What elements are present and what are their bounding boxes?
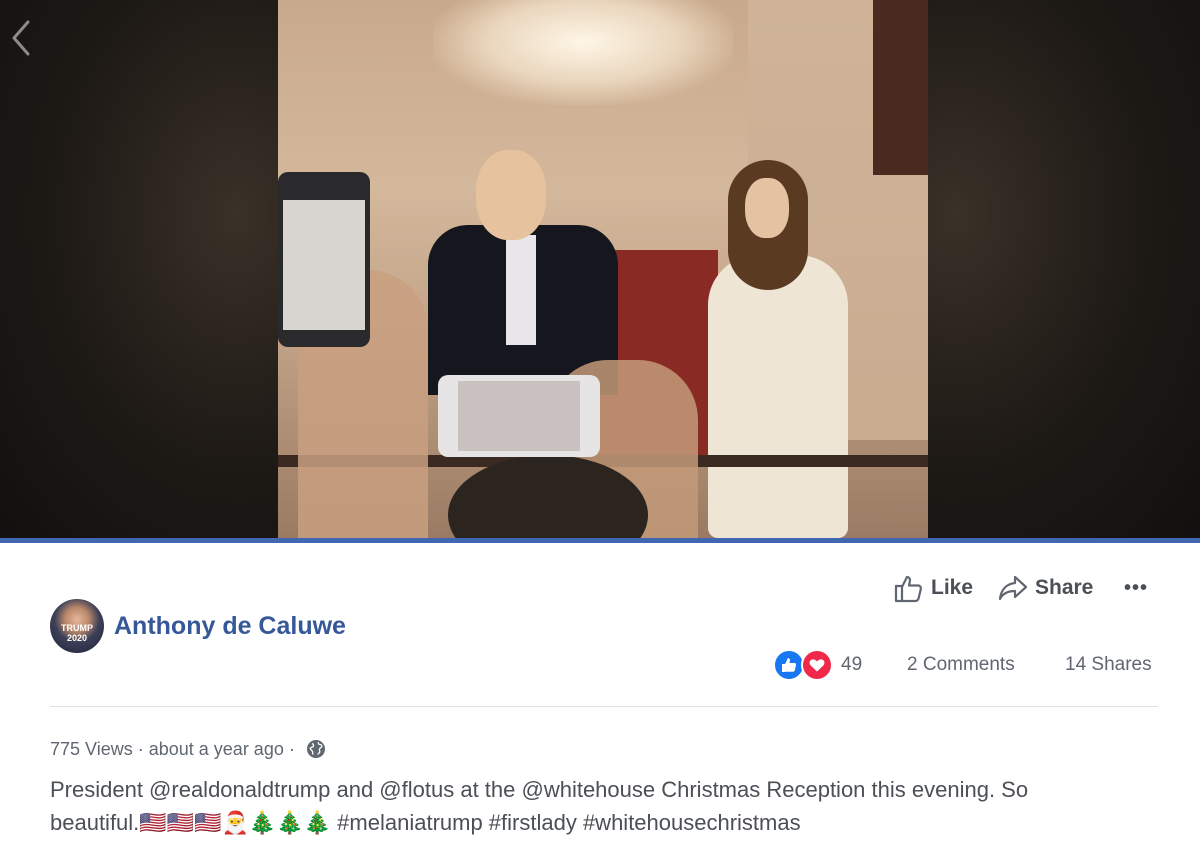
share-label: Share [1035,576,1094,599]
back-chevron-icon [12,20,30,56]
share-arrow-icon [998,575,1028,601]
video-player[interactable] [0,0,1200,538]
more-dots-icon: ••• [1124,576,1149,599]
caption-hashtags[interactable]: #melaniatrump #firstlady #whitehousechri… [337,810,800,835]
caption-emojis: 🇺🇸🇺🇸🇺🇸🎅🎄🎄🎄 [139,810,332,835]
video-scene-phone-left [278,172,370,347]
post-caption: President @realdonaldtrump and @flotus a… [50,773,1160,839]
reactions-summary[interactable]: 49 [773,647,862,683]
video-scene-woman [708,160,848,538]
video-backdrop-left [0,0,278,538]
meta-separator: · [283,738,300,759]
video-progress-fill [0,538,1200,543]
video-scene-painting [873,0,928,175]
divider [50,706,1158,707]
post-timestamp-link[interactable]: about a year ago [149,739,284,760]
post-author: TRUMP 2020 Anthony de Caluwe [50,598,346,654]
reaction-count: 49 [841,654,863,675]
video-scene-chandelier [433,0,733,105]
avatar[interactable]: TRUMP 2020 [50,599,104,653]
love-reaction-icon [801,649,833,681]
video-frame[interactable] [278,0,928,538]
shares-link[interactable]: 14 Shares [1065,647,1152,683]
view-count: 775 Views [50,738,133,759]
author-name-link[interactable]: Anthony de Caluwe [114,612,346,641]
video-progress-bar[interactable] [0,538,1200,543]
more-options-button[interactable]: ••• [1124,568,1148,608]
video-scene-man [428,150,618,395]
thumbs-up-icon [894,575,922,603]
like-button[interactable]: Like [893,568,973,608]
video-backdrop-right [928,0,1200,538]
caption-line-1: President @realdonaldtrump and @flotus a… [50,777,1029,802]
video-scene-phone-center [438,375,600,457]
like-label: Like [931,576,974,599]
comments-link[interactable]: 2 Comments [907,647,1015,683]
share-button[interactable]: Share [997,568,1093,608]
globe-icon[interactable] [306,739,326,759]
post-meta: 775 Views · about a year ago · [50,736,326,762]
meta-separator: · [132,738,149,759]
avatar-text: TRUMP 2020 [61,623,93,643]
caption-text-end: beautiful. [50,810,140,835]
caption-line-2: beautiful.🇺🇸🇺🇸🇺🇸🎅🎄🎄🎄 #melaniatrump #firs… [50,806,1160,839]
back-button[interactable] [8,18,38,58]
